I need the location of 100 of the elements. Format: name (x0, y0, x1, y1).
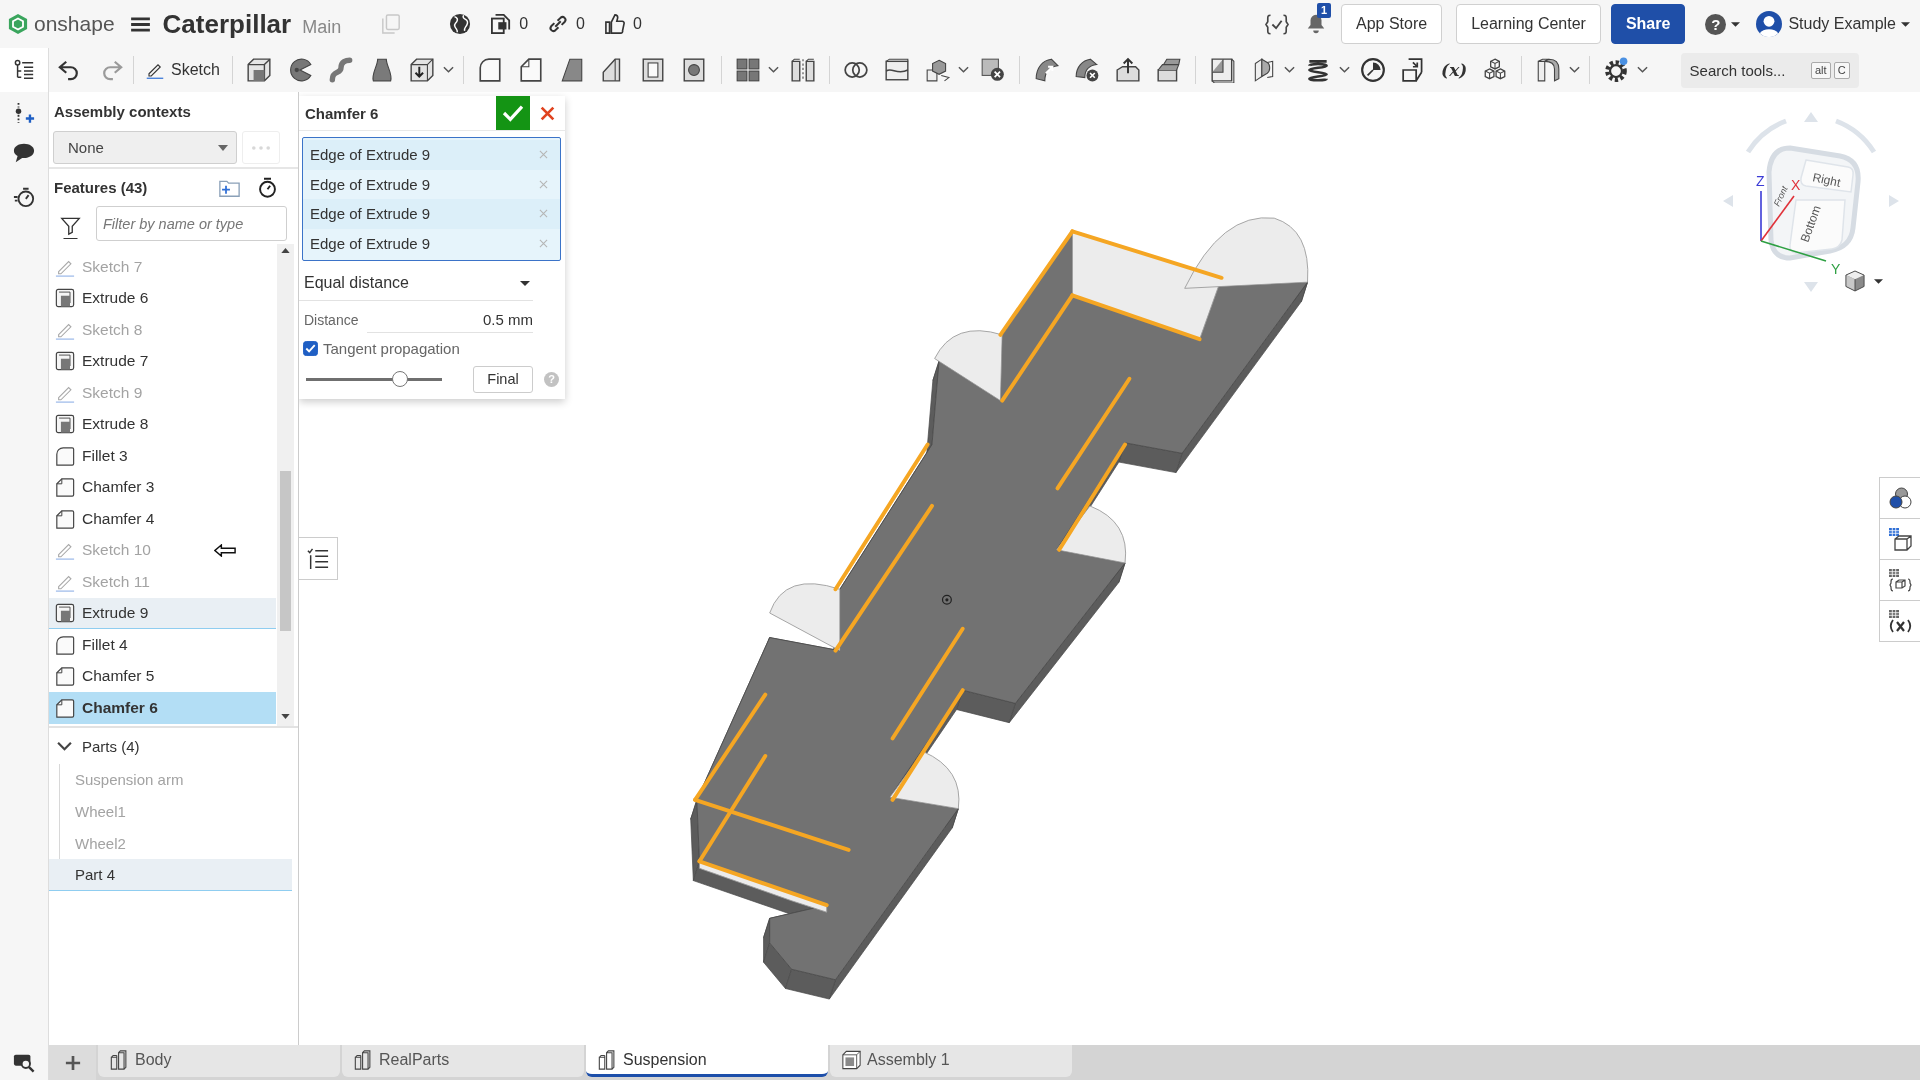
checklist-icon[interactable] (307, 547, 329, 570)
connector-plus-icon[interactable] (13, 102, 35, 124)
checkbox[interactable] (303, 340, 318, 356)
bent-sheet-icon[interactable] (1535, 57, 1562, 83)
split-box-icon[interactable] (884, 57, 911, 83)
avatar-icon[interactable] (1756, 11, 1783, 37)
feature-item[interactable]: Extrude 8 (49, 408, 276, 440)
shape-arrow-icon[interactable] (1033, 57, 1060, 83)
slider-thumb[interactable] (391, 371, 408, 387)
left-arrow-icon[interactable] (214, 543, 236, 557)
chevron-down-icon[interactable] (1338, 66, 1350, 74)
caret-icon[interactable] (1874, 278, 1883, 284)
filter-field[interactable]: Filter by name or type (96, 206, 287, 241)
feature-item[interactable]: Fillet 3 (49, 440, 276, 472)
beveled-corner-icon[interactable] (518, 57, 544, 83)
open-box-icon[interactable] (1155, 57, 1182, 83)
feature-item[interactable]: Chamfer 4 (49, 503, 276, 535)
chevron-down-icon[interactable] (1283, 66, 1295, 74)
caret-icon[interactable] (1901, 21, 1910, 27)
help-button[interactable]: ? (1705, 13, 1727, 35)
table-cube-icon[interactable] (1888, 527, 1912, 551)
plane-icon[interactable] (1209, 57, 1236, 83)
feature-item[interactable]: Chamfer 5 (49, 660, 276, 692)
color-circles-icon[interactable] (1888, 486, 1912, 510)
context-dropdown[interactable]: None (53, 131, 237, 164)
rounded-corner-icon[interactable] (477, 57, 504, 83)
undo-icon[interactable] (58, 59, 80, 81)
logo-icon[interactable] (8, 13, 28, 35)
scroll-down-icon[interactable] (281, 714, 290, 719)
cube-icon[interactable] (246, 57, 273, 83)
checkbox-label[interactable]: Tangent propagation (323, 339, 460, 357)
final-button[interactable]: Final (473, 365, 533, 393)
part-model[interactable] (690, 217, 1309, 1000)
header-button[interactable]: App Store (1341, 4, 1443, 44)
chevron-down-icon[interactable] (1568, 66, 1580, 74)
chamfer-type-dropdown[interactable]: Equal distance (299, 266, 533, 301)
document-tab[interactable]: Suspension (586, 1045, 828, 1077)
parts-header[interactable]: Parts (4) (49, 728, 298, 764)
plus-icon[interactable] (64, 1054, 81, 1071)
table-parentheses-icon[interactable] (1888, 609, 1912, 633)
settings-icon[interactable] (1603, 57, 1630, 83)
scroll-thumb[interactable] (280, 471, 291, 631)
user-name[interactable]: Study Example (1788, 15, 1896, 33)
beveled-corner-icon (55, 666, 75, 687)
feature-item[interactable]: Extrude 6 (49, 282, 276, 314)
caret-icon[interactable] (1731, 21, 1741, 27)
logo-text[interactable]: onshape (34, 12, 115, 36)
rounded-corner-icon (55, 445, 75, 466)
scrollbar[interactable] (277, 244, 294, 726)
chevron-down-icon[interactable] (1636, 66, 1648, 74)
feature-item[interactable]: Extrude 9 (49, 597, 276, 629)
scroll-up-icon[interactable] (281, 248, 290, 253)
sketch-button[interactable]: Sketch (140, 53, 226, 87)
tray-arrow-icon[interactable] (1115, 57, 1142, 83)
feature-item[interactable]: Chamfer 6 (49, 692, 276, 724)
document-tab[interactable]: RealParts (342, 1045, 584, 1077)
feature-item[interactable]: Fillet 4 (49, 629, 276, 661)
shaded-cube-icon[interactable] (1845, 270, 1865, 292)
chevron-down-icon[interactable] (768, 66, 780, 74)
shape-delete-icon[interactable] (1074, 57, 1101, 83)
globe-icon[interactable] (449, 13, 472, 35)
mirrored-blocks-icon[interactable] (789, 57, 816, 83)
redo-icon[interactable] (101, 59, 123, 81)
selection-item[interactable]: Edge of Extrude 9 (303, 140, 560, 170)
variable-tool-button[interactable]: (x) (1437, 60, 1472, 80)
comment-icon[interactable] (13, 142, 35, 164)
feature-tree-icon[interactable] (13, 59, 35, 81)
header-button[interactable]: Learning Center (1456, 4, 1601, 44)
distance-field[interactable]: 0.5 mm (367, 311, 533, 333)
stopwatch-icon[interactable] (13, 186, 35, 208)
chevron-down-icon[interactable] (958, 66, 970, 74)
part-item[interactable]: Part 4 (49, 859, 292, 891)
confirm-button[interactable] (496, 96, 530, 130)
feature-item[interactable]: Chamfer 3 (49, 471, 276, 503)
menu-icon[interactable] (130, 16, 150, 32)
header-button[interactable]: Share (1610, 4, 1686, 44)
curved-pipe-icon[interactable] (327, 57, 354, 83)
table-braces-icon[interactable] (1888, 568, 1912, 592)
pie-chart-icon[interactable] (1360, 57, 1387, 83)
blocks-icon (598, 1049, 617, 1070)
filter-icon[interactable] (60, 216, 81, 240)
grid-icon[interactable] (734, 57, 761, 83)
box-hexagon-icon[interactable] (925, 57, 952, 83)
braces-check-icon[interactable] (1265, 13, 1289, 35)
selection-list[interactable]: Edge of Extrude 9 Edge of Extrude 9 Edge of Extrude 9 Edge of Extrude 9 (302, 137, 561, 261)
chevron-down-icon[interactable] (442, 66, 454, 74)
bell-icon[interactable] (1305, 13, 1327, 35)
feature-item[interactable]: Extrude 7 (49, 345, 276, 377)
thumbs-up-icon[interactable] (605, 14, 625, 34)
box-down-arrow-icon[interactable] (409, 57, 436, 83)
close-icon[interactable] (540, 105, 555, 121)
box-delete-icon[interactable] (979, 57, 1006, 83)
stopwatch-icon[interactable] (257, 176, 278, 198)
selection-item[interactable]: Edge of Extrude 9 (303, 199, 560, 229)
document-tab[interactable]: Assembly 1 (830, 1045, 1072, 1077)
cube-face-label[interactable]: Front (1771, 184, 1790, 208)
documents-icon[interactable] (491, 14, 512, 34)
counter-value: 0 (576, 15, 585, 33)
link-icon[interactable] (548, 14, 569, 34)
document-tab[interactable]: Body (98, 1045, 340, 1077)
